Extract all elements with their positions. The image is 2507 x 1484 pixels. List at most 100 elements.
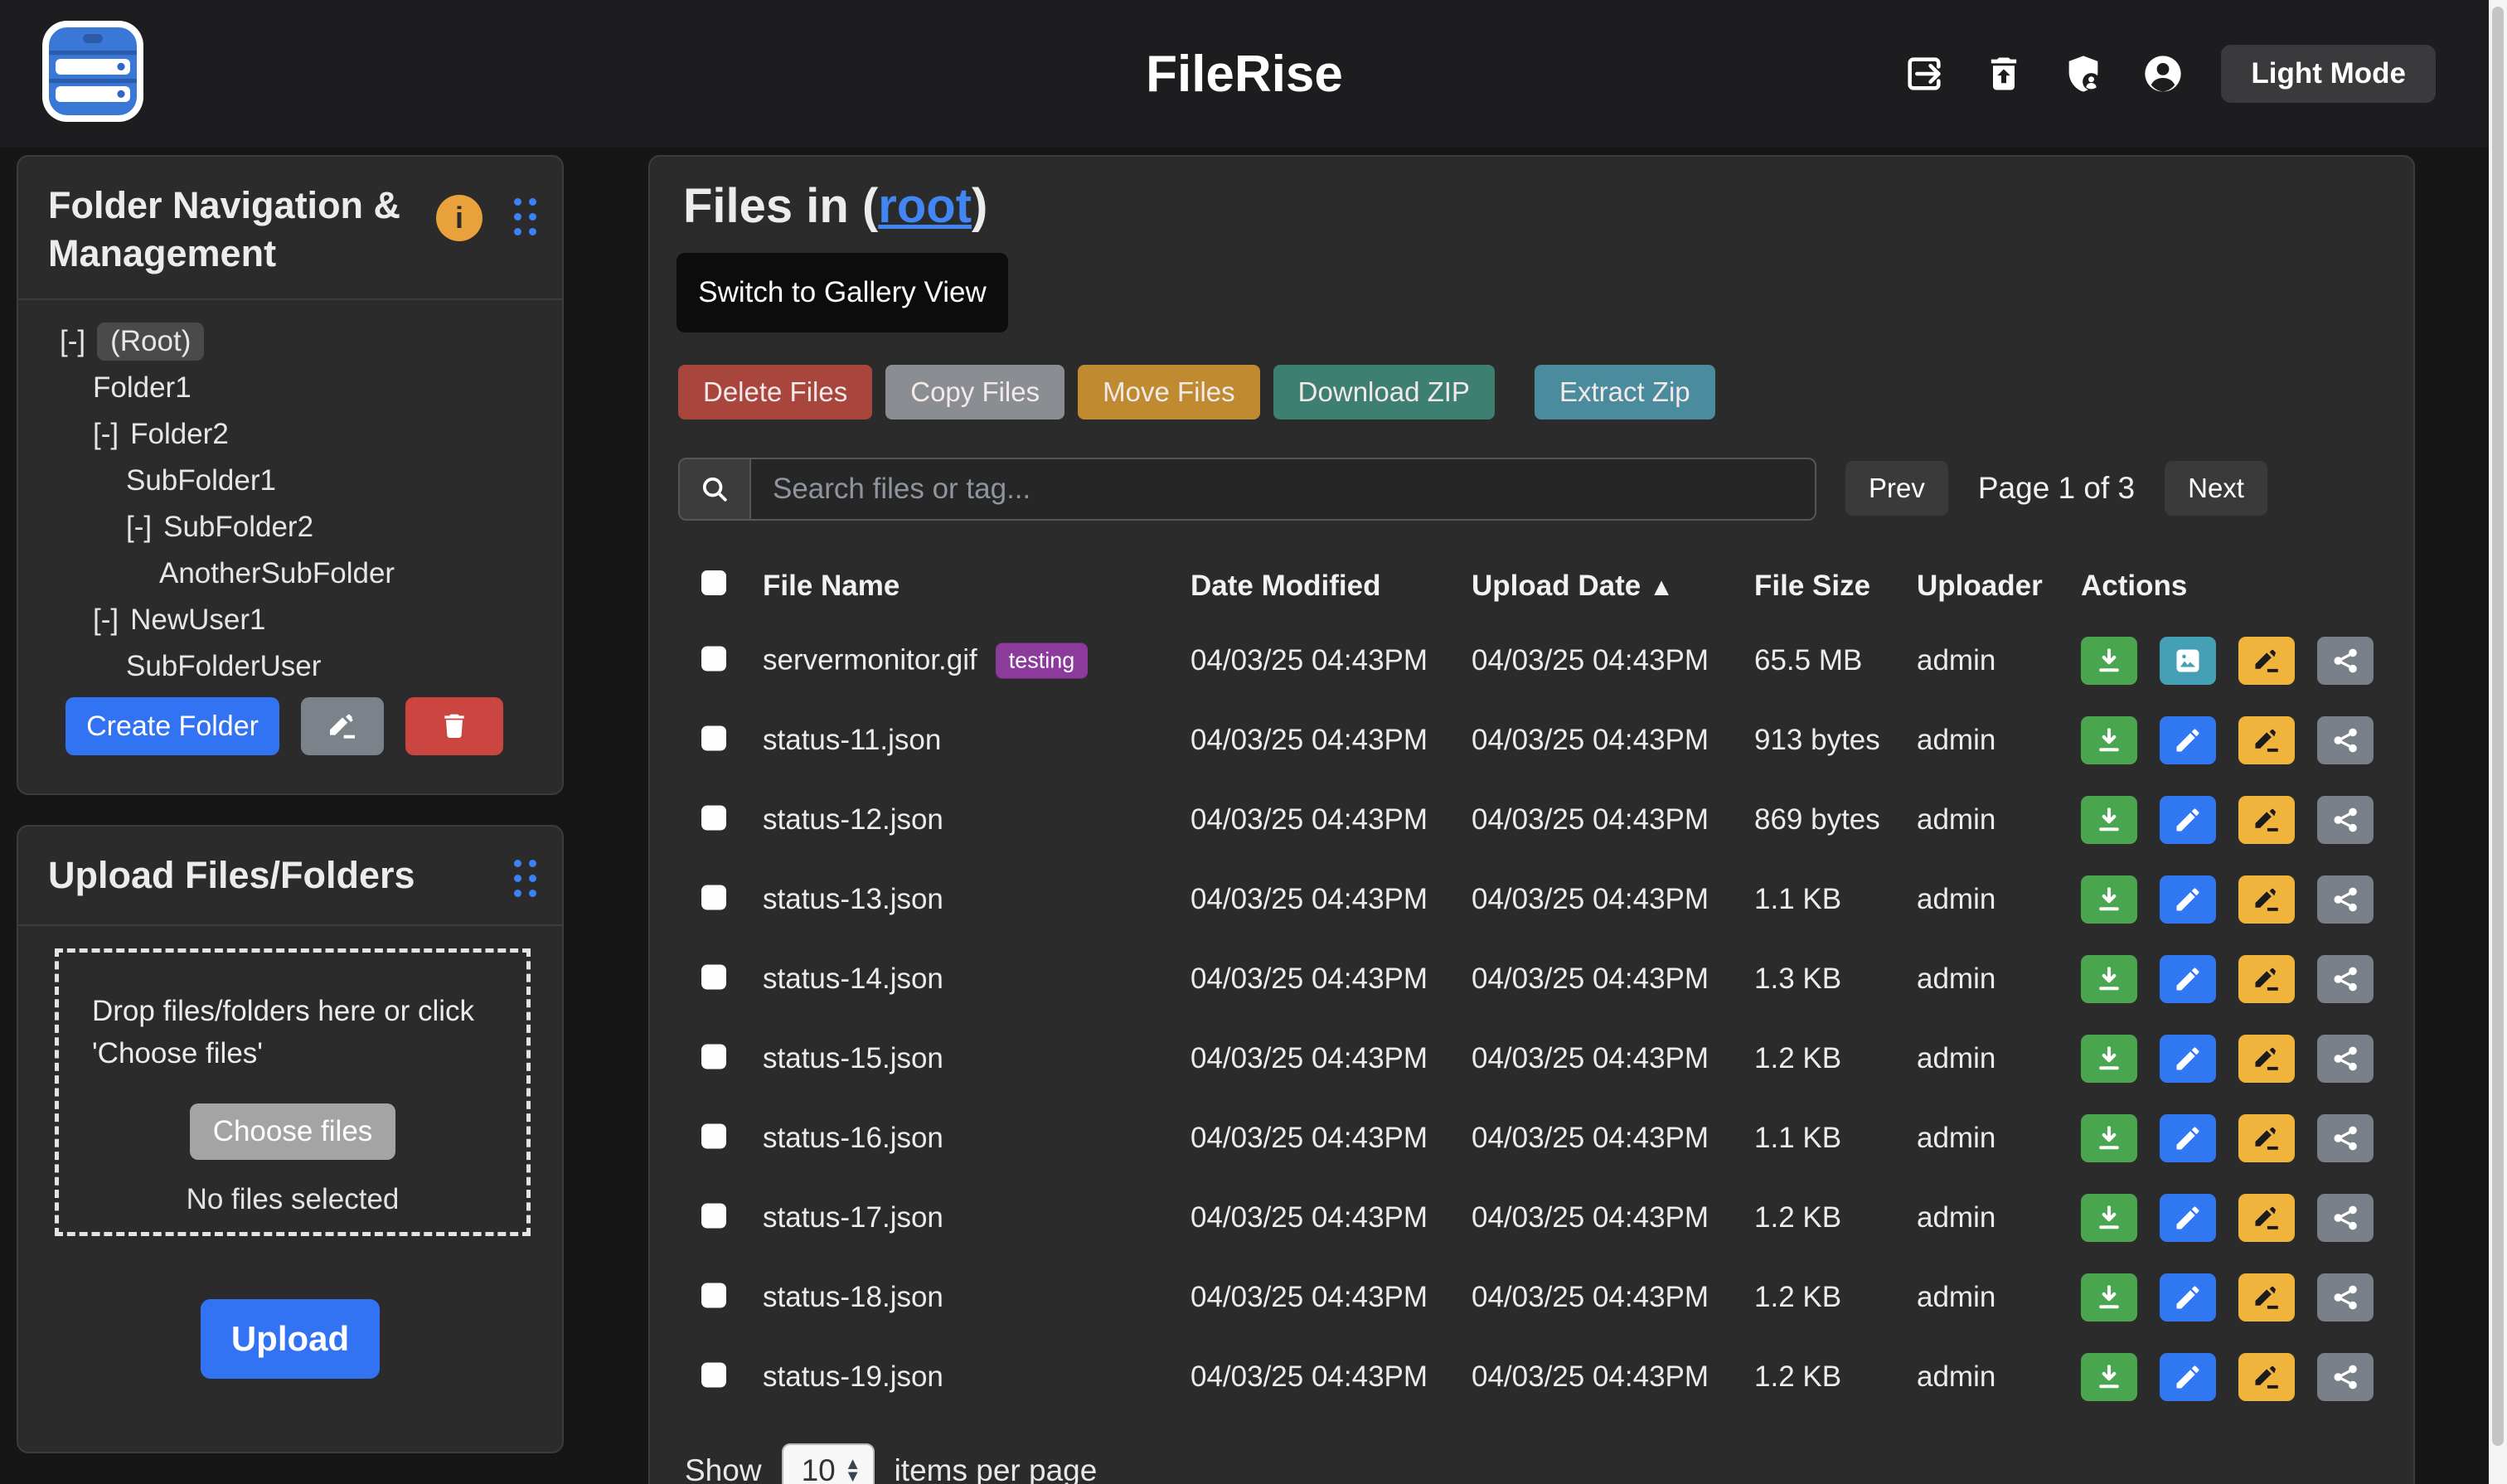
row-checkbox[interactable] xyxy=(701,1363,726,1388)
row-checkbox[interactable] xyxy=(701,806,726,831)
share-button[interactable] xyxy=(2317,1194,2374,1242)
file-name[interactable]: servermonitor.giftesting xyxy=(763,643,1088,679)
tree-folder-label[interactable]: NewUser1 xyxy=(130,604,265,637)
file-name[interactable]: status-14.json xyxy=(763,963,943,996)
row-checkbox[interactable] xyxy=(701,726,726,751)
file-name[interactable]: status-18.json xyxy=(763,1281,943,1314)
account-icon[interactable] xyxy=(2141,52,2185,95)
row-checkbox[interactable] xyxy=(701,1204,726,1229)
admin-shield-icon[interactable] xyxy=(2062,52,2105,95)
share-button[interactable] xyxy=(2317,955,2374,1003)
file-name[interactable]: status-17.json xyxy=(763,1201,943,1234)
switch-gallery-view-button[interactable]: Switch to Gallery View xyxy=(676,253,1008,332)
file-tag-badge[interactable]: testing xyxy=(996,643,1089,679)
download-button[interactable] xyxy=(2081,955,2137,1003)
row-checkbox[interactable] xyxy=(701,1124,726,1149)
filerise-logo-icon[interactable] xyxy=(40,18,146,124)
edit-file-button[interactable] xyxy=(2160,955,2216,1003)
tree-folder-label[interactable]: SubFolder1 xyxy=(126,464,276,497)
tree-folder-label[interactable]: SubFolderUser xyxy=(126,650,321,683)
file-name[interactable]: status-15.json xyxy=(763,1042,943,1075)
root-folder-link[interactable]: root xyxy=(878,179,972,233)
rename-button[interactable] xyxy=(2238,1114,2295,1162)
file-dropzone[interactable]: Drop files/folders here or click 'Choose… xyxy=(55,948,531,1236)
edit-file-button[interactable] xyxy=(2160,1114,2216,1162)
edit-file-button[interactable] xyxy=(2160,1273,2216,1322)
download-button[interactable] xyxy=(2081,1353,2137,1401)
extract-zip-button[interactable]: Extract Zip xyxy=(1535,365,1715,419)
rename-button[interactable] xyxy=(2238,796,2295,844)
download-button[interactable] xyxy=(2081,716,2137,764)
next-page-button[interactable]: Next xyxy=(2165,461,2267,516)
choose-files-button[interactable]: Choose files xyxy=(190,1103,395,1160)
row-checkbox[interactable] xyxy=(701,885,726,910)
rename-button[interactable] xyxy=(2238,1273,2295,1322)
info-icon[interactable]: i xyxy=(436,195,482,241)
drag-handle-icon[interactable] xyxy=(514,860,537,898)
rename-button[interactable] xyxy=(2238,1353,2295,1401)
tree-folder-label[interactable]: AnotherSubFolder xyxy=(159,557,395,590)
share-button[interactable] xyxy=(2317,875,2374,924)
file-name[interactable]: status-19.json xyxy=(763,1360,943,1394)
delete-files-button[interactable]: Delete Files xyxy=(678,365,872,419)
share-button[interactable] xyxy=(2317,1114,2374,1162)
edit-file-button[interactable] xyxy=(2160,1035,2216,1083)
row-checkbox[interactable] xyxy=(701,1045,726,1069)
drag-handle-icon[interactable] xyxy=(514,198,537,236)
download-button[interactable] xyxy=(2081,637,2137,685)
items-per-page-select[interactable]: 10 xyxy=(782,1443,875,1484)
tree-folder-label[interactable]: (Root) xyxy=(97,323,204,361)
copy-files-button[interactable]: Copy Files xyxy=(885,365,1064,419)
tree-folder-label[interactable]: SubFolder2 xyxy=(163,511,313,544)
col-upload-date[interactable]: Upload Date▲ xyxy=(1472,570,1674,603)
edit-file-button[interactable] xyxy=(2160,1194,2216,1242)
create-folder-button[interactable]: Create Folder xyxy=(65,697,279,755)
col-uploader[interactable]: Uploader xyxy=(1917,570,2043,603)
share-button[interactable] xyxy=(2317,637,2374,685)
download-button[interactable] xyxy=(2081,1273,2137,1322)
rename-button[interactable] xyxy=(2238,1194,2295,1242)
rename-button[interactable] xyxy=(2238,1035,2295,1083)
page-scrollbar[interactable] xyxy=(2489,0,2507,1484)
tree-folder-label[interactable]: Folder2 xyxy=(130,418,229,451)
share-button[interactable] xyxy=(2317,1035,2374,1083)
share-button[interactable] xyxy=(2317,796,2374,844)
rename-button[interactable] xyxy=(2238,875,2295,924)
file-name[interactable]: status-12.json xyxy=(763,803,943,837)
download-button[interactable] xyxy=(2081,1035,2137,1083)
rename-button[interactable] xyxy=(2238,716,2295,764)
scrollbar-thumb[interactable] xyxy=(2492,7,2504,1446)
col-file-size[interactable]: File Size xyxy=(1754,570,1870,603)
share-button[interactable] xyxy=(2317,716,2374,764)
edit-file-button[interactable] xyxy=(2160,796,2216,844)
move-files-button[interactable]: Move Files xyxy=(1078,365,1260,419)
rename-button[interactable] xyxy=(2238,955,2295,1003)
tree-expander[interactable]: [-] xyxy=(126,511,152,544)
edit-file-button[interactable] xyxy=(2160,1353,2216,1401)
row-checkbox[interactable] xyxy=(701,965,726,990)
share-button[interactable] xyxy=(2317,1353,2374,1401)
file-name[interactable]: status-16.json xyxy=(763,1122,943,1155)
row-checkbox[interactable] xyxy=(701,647,726,672)
download-button[interactable] xyxy=(2081,796,2137,844)
download-zip-button[interactable]: Download ZIP xyxy=(1273,365,1495,419)
rename-folder-button[interactable] xyxy=(301,697,384,755)
delete-folder-button[interactable] xyxy=(405,697,503,755)
tree-expander[interactable]: [-] xyxy=(93,418,119,451)
tree-expander[interactable]: [-] xyxy=(60,325,85,358)
logout-icon[interactable] xyxy=(1903,52,1946,95)
edit-file-button[interactable] xyxy=(2160,875,2216,924)
col-date-modified[interactable]: Date Modified xyxy=(1190,570,1380,603)
download-button[interactable] xyxy=(2081,1194,2137,1242)
file-name[interactable]: status-13.json xyxy=(763,883,943,916)
light-mode-button[interactable]: Light Mode xyxy=(2221,45,2436,103)
row-checkbox[interactable] xyxy=(701,1283,726,1308)
col-file-name[interactable]: File Name xyxy=(763,570,900,603)
share-button[interactable] xyxy=(2317,1273,2374,1322)
tree-expander[interactable]: [-] xyxy=(93,604,119,637)
prev-page-button[interactable]: Prev xyxy=(1845,461,1948,516)
download-button[interactable] xyxy=(2081,1114,2137,1162)
restore-trash-icon[interactable] xyxy=(1982,52,2025,95)
download-button[interactable] xyxy=(2081,875,2137,924)
file-name[interactable]: status-11.json xyxy=(763,724,941,757)
